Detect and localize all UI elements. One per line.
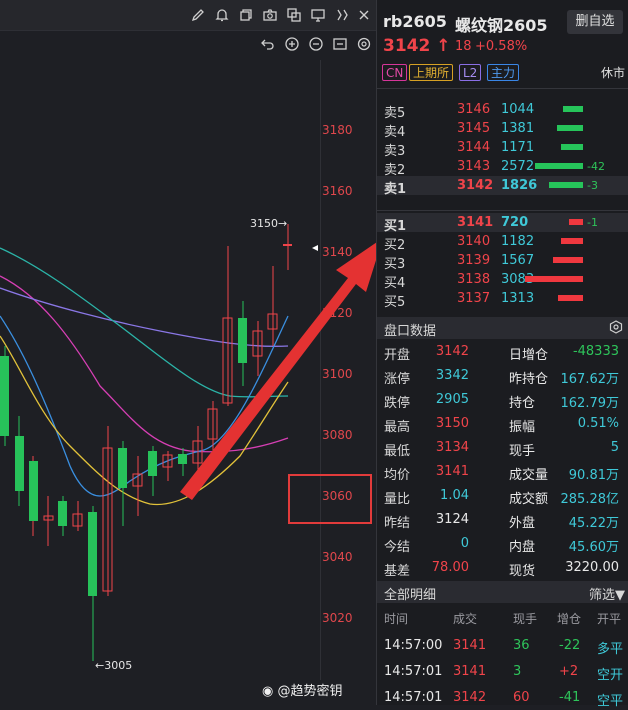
camera-icon[interactable] — [262, 7, 278, 23]
bid-volume-bar — [553, 257, 583, 263]
candle — [118, 448, 127, 488]
bid-volume-bar — [558, 295, 583, 301]
y-tick: 3020 — [322, 611, 353, 625]
candle — [148, 451, 157, 476]
last-price: 3142 ↑ — [383, 36, 451, 56]
zoom-out-icon[interactable] — [308, 36, 324, 56]
expand-icon[interactable] — [334, 7, 350, 23]
tag-cn: CN — [382, 64, 408, 81]
depth-header: 盘口数据 — [377, 317, 628, 339]
ask-volume-bar — [563, 106, 583, 112]
filter-icon: ▼ — [615, 588, 626, 603]
annotation-arrow — [180, 238, 383, 500]
bid-level[interactable]: 买3 3139 1567 — [377, 251, 628, 272]
bell-icon[interactable] — [214, 7, 230, 23]
monitor-icon[interactable] — [310, 7, 326, 23]
market-status: 休市 — [601, 66, 626, 80]
ask-level[interactable]: 卖5 3146 1044 — [377, 100, 628, 121]
quote-panel: rb2605 螺纹钢2605 删自选 3142 ↑ 18 +0.58% CN 上… — [376, 0, 628, 709]
bid-volume-bar — [569, 219, 583, 225]
contract-name: 螺纹钢2605 — [455, 16, 548, 35]
kline-chart[interactable]: 3180 3160 3140 3120 3100 3080 3060 3040 … — [0, 0, 383, 705]
tag-l2: L2 — [459, 64, 482, 81]
up-arrow-icon: ↑ — [436, 36, 451, 56]
close-icon[interactable] — [356, 7, 372, 23]
settings-icon[interactable] — [356, 36, 372, 56]
stat-row: 今结 0 内盘 45.60万 — [384, 536, 619, 555]
highlight-box — [288, 474, 372, 524]
chart-toolbar — [0, 0, 376, 31]
candle — [58, 501, 67, 526]
fit-icon[interactable] — [332, 36, 348, 56]
stat-row: 最低 3134 现手 5 — [384, 440, 619, 459]
high-label: 3150→ — [250, 217, 288, 230]
stat-row: 跌停 2905 持仓 162.79万 — [384, 392, 619, 411]
undo-icon[interactable] — [260, 36, 276, 56]
stat-row: 量比 1.04 成交额 285.28亿 — [384, 488, 619, 507]
filter-button[interactable]: 筛选▼ — [589, 584, 625, 603]
stat-row: 昨结 3124 外盘 45.22万 — [384, 512, 619, 531]
bid-level[interactable]: 买2 3140 1182 — [377, 232, 628, 253]
layers-icon[interactable] — [286, 7, 302, 23]
ask-level[interactable]: 卖4 3145 1381 — [377, 119, 628, 140]
low-label: ←3005 — [95, 659, 133, 672]
ask-level[interactable]: 卖3 3144 1171 — [377, 138, 628, 159]
ask-level[interactable]: 卖2 3143 2572 -42 — [377, 157, 628, 178]
trade-row[interactable]: 14:57:00 3141 36 -22 多平 — [377, 636, 628, 658]
trade-row[interactable]: 14:57:01 3142 60 -41 空平 — [377, 688, 628, 710]
trade-row[interactable]: 14:57:01 3141 3 +2 空开 — [377, 662, 628, 684]
contract-code: rb2605 — [383, 12, 447, 31]
tag-main: 主力 — [487, 64, 520, 81]
bid-level[interactable]: 买4 3138 3083 — [377, 270, 628, 291]
y-tick: 3160 — [322, 184, 353, 198]
stat-row: 基差 78.00 现货 3220.00 — [384, 560, 619, 579]
stat-row: 最高 3150 振幅 0.51% — [384, 416, 619, 435]
remove-watchlist-button[interactable]: 删自选 — [567, 10, 623, 34]
bid-level[interactable]: 买5 3137 1313 — [377, 289, 628, 310]
candle — [29, 461, 38, 521]
zoom-in-icon[interactable] — [284, 36, 300, 56]
y-tick: 3180 — [322, 123, 353, 137]
weibo-icon: ◉ — [262, 684, 274, 699]
tag-exchange: 上期所 — [409, 64, 454, 81]
watermark: ◉ @趋势密钥 — [262, 684, 343, 699]
candle — [88, 512, 97, 596]
price-change-pct: +0.58% — [475, 39, 528, 54]
ask-volume-bar — [561, 144, 583, 150]
bid-volume-bar — [561, 238, 583, 244]
candle — [0, 356, 9, 436]
stat-row: 均价 3141 成交量 90.81万 — [384, 464, 619, 483]
copy-icon[interactable] — [238, 7, 254, 23]
price-change: 18 — [455, 39, 472, 54]
ask-volume-bar — [549, 182, 583, 188]
chart-controls — [0, 32, 376, 56]
bid-level[interactable]: 买1 3141 720 -1 — [377, 213, 628, 234]
y-tick: 3040 — [322, 550, 353, 564]
bid-volume-bar — [525, 276, 583, 282]
pencil-icon[interactable] — [190, 7, 206, 23]
ask-level[interactable]: 卖1 3142 1826 -3 — [377, 176, 628, 197]
ask-volume-bar — [535, 163, 583, 169]
trades-header: 全部明细 筛选▼ — [377, 581, 628, 603]
stat-row: 开盘 3142 日增仓 -48333 — [384, 344, 619, 363]
stat-row: 涨停 3342 昨持仓 167.62万 — [384, 368, 619, 387]
hexagon-settings-icon[interactable] — [609, 320, 623, 338]
candle — [15, 436, 24, 491]
ask-volume-bar — [557, 125, 583, 131]
trades-columns: 时间 成交 现手 增仓 开平 — [384, 612, 622, 626]
